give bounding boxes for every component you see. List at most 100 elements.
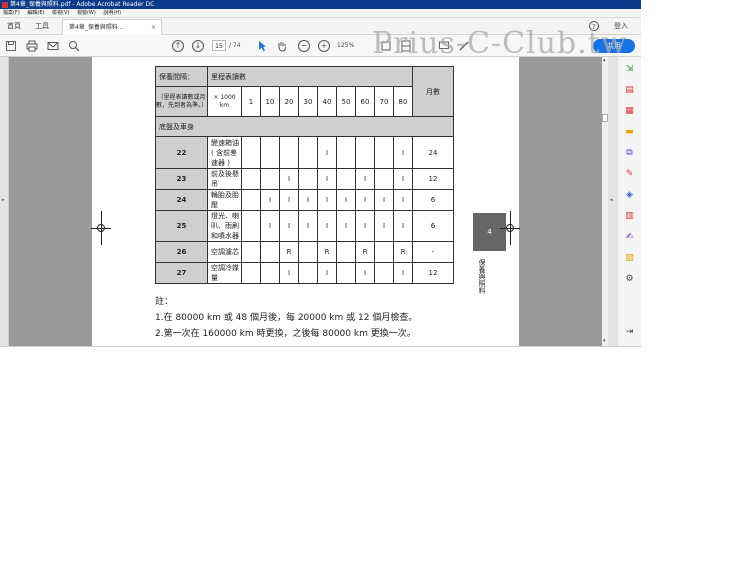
page-down-icon[interactable]: ↓ <box>192 40 204 52</box>
menu-window[interactable]: 視窗(W) <box>77 10 96 16</box>
window-title: 第4章_保養與照料.pdf - Adobe Acrobat Reader DC <box>10 1 155 8</box>
menu-file[interactable]: 檔案(F) <box>3 10 20 16</box>
row-cell: I <box>317 189 337 211</box>
row-cell: I <box>374 210 394 242</box>
hand-tool-icon[interactable] <box>276 40 288 52</box>
row-cell: I <box>298 210 318 242</box>
row-cell <box>336 136 356 169</box>
menu-edit[interactable]: 編輯(E) <box>27 10 44 16</box>
row-months: 6 <box>412 189 454 211</box>
zoom-out-icon[interactable]: − <box>298 40 310 52</box>
more-tools-icon[interactable]: ⚙ <box>624 274 635 285</box>
row-cell <box>298 241 318 263</box>
km-col-30: 30 <box>298 86 318 117</box>
km-col-10: 10 <box>260 86 280 117</box>
title-bar: 第4章_保養與照料.pdf - Adobe Acrobat Reader DC <box>0 0 641 9</box>
send-for-signature-icon[interactable]: ✍ <box>624 232 635 243</box>
tools-pane: ⇲ ▤ ▦ ▬ ⧉ ✎ ◈ ▥ ✍ ▧ ⚙ ⇥ <box>617 57 641 346</box>
row-cell <box>374 241 394 263</box>
row-cell: I <box>355 189 375 211</box>
row-cell <box>241 136 261 169</box>
scroll-down-icon[interactable]: ▾ <box>603 338 606 344</box>
row-cell <box>298 136 318 169</box>
row-cell <box>241 189 261 211</box>
row-cell: I <box>279 189 299 211</box>
search-icon[interactable] <box>68 40 80 52</box>
row-number: 22 <box>155 136 208 169</box>
km-col-70: 70 <box>374 86 394 117</box>
collapse-right-icon[interactable]: ◂ <box>610 197 613 203</box>
maintenance-table: 保養間隔： 里程表讀數 月數 （里程表讀數或月數，先到者為準。） × 1000 … <box>155 66 454 284</box>
row-number: 24 <box>155 189 208 211</box>
row-cell <box>374 262 394 284</box>
registration-mark-left <box>91 211 111 245</box>
row-cell: I <box>336 210 356 242</box>
row-cell <box>374 168 394 190</box>
row-cell: R <box>393 241 413 263</box>
create-pdf-icon[interactable]: ▤ <box>624 85 635 96</box>
combine-files-icon[interactable]: ⧉ <box>624 148 635 159</box>
collapse-pane-icon[interactable]: ⇥ <box>624 327 635 338</box>
row-cell: I <box>336 189 356 211</box>
expand-left-icon[interactable]: ▸ <box>2 197 5 203</box>
page-up-icon[interactable]: ↑ <box>172 40 184 52</box>
row-cell: I <box>298 189 318 211</box>
page-margin-left <box>9 57 92 346</box>
row-cell: I <box>393 262 413 284</box>
save-icon[interactable] <box>5 40 17 52</box>
tab-document[interactable]: 第4章_保養與照料... × <box>62 19 162 35</box>
protect-icon[interactable]: ◈ <box>624 190 635 201</box>
table-row: 26 空調濾芯 R R R R - <box>155 241 454 263</box>
comment-tool-icon[interactable]: ▬ <box>624 127 635 138</box>
registration-mark-right <box>500 211 520 245</box>
tab-home[interactable]: 首頁 <box>7 18 21 34</box>
row-cell: I <box>279 262 299 284</box>
close-tab-icon[interactable]: × <box>151 20 156 35</box>
chapter-tab-label: 保養與照料 <box>478 259 486 294</box>
row-cell: R <box>317 241 337 263</box>
row-months: 12 <box>412 168 454 190</box>
tab-tools[interactable]: 工具 <box>35 18 49 34</box>
km-col-40: 40 <box>317 86 337 117</box>
row-cell <box>336 241 356 263</box>
menu-help[interactable]: 說明(H) <box>103 10 121 16</box>
row-cell <box>260 262 280 284</box>
select-cursor-icon[interactable] <box>256 40 268 52</box>
notes-block: 註： 1.在 80000 km 或 48 個月後，每 20000 km 或 12… <box>155 294 417 346</box>
zoom-level[interactable]: 125% <box>337 40 363 51</box>
row-cell <box>374 136 394 169</box>
row-cell: I <box>393 168 413 190</box>
km-col-80: 80 <box>393 86 413 117</box>
row-cell: I <box>317 168 337 190</box>
row-cell: I <box>317 262 337 284</box>
page-number-input[interactable]: 15 <box>212 40 226 51</box>
tab-document-label: 第4章_保養與照料... <box>69 24 124 31</box>
row-cell: I <box>374 189 394 211</box>
menu-bar: 檔案(F) 編輯(E) 檢視(V) 視窗(W) 說明(H) <box>0 9 641 18</box>
left-panel-toggle[interactable]: ▸ <box>0 57 9 346</box>
row-cell: I <box>317 136 337 169</box>
export-pdf-icon[interactable]: ⇲ <box>624 64 635 75</box>
menu-view[interactable]: 檢視(V) <box>52 10 69 16</box>
email-icon[interactable] <box>47 40 59 52</box>
print-icon[interactable] <box>26 40 38 52</box>
zoom-in-icon[interactable]: + <box>318 40 330 52</box>
acrobat-icon <box>2 1 8 8</box>
interval-description: （里程表讀數或月數，先到者為準。） <box>155 86 208 117</box>
row-item: 變速箱油 ( 含前差速器 ) <box>207 136 242 169</box>
table-row: 23 前及後懸吊 I I I I 12 <box>155 168 454 190</box>
edit-pdf-icon[interactable]: ▦ <box>624 106 635 117</box>
page-margin-right <box>519 57 602 346</box>
compress-pdf-icon[interactable]: ▥ <box>624 211 635 222</box>
watermark: Prius-C-Club.tw <box>372 26 628 61</box>
row-cell: I <box>279 210 299 242</box>
row-cell: I <box>260 189 280 211</box>
organize-pages-icon[interactable]: ▧ <box>624 253 635 264</box>
row-cell: I <box>355 262 375 284</box>
fill-sign-icon[interactable]: ✎ <box>624 169 635 180</box>
row-cell <box>336 168 356 190</box>
right-panel-toggle[interactable]: ◂ <box>608 57 617 346</box>
note-2: 2.第一次在 160000 km 時更換，之後每 80000 km 更換一次。 <box>155 329 416 339</box>
row-cell: I <box>393 210 413 242</box>
row-cell <box>279 136 299 169</box>
